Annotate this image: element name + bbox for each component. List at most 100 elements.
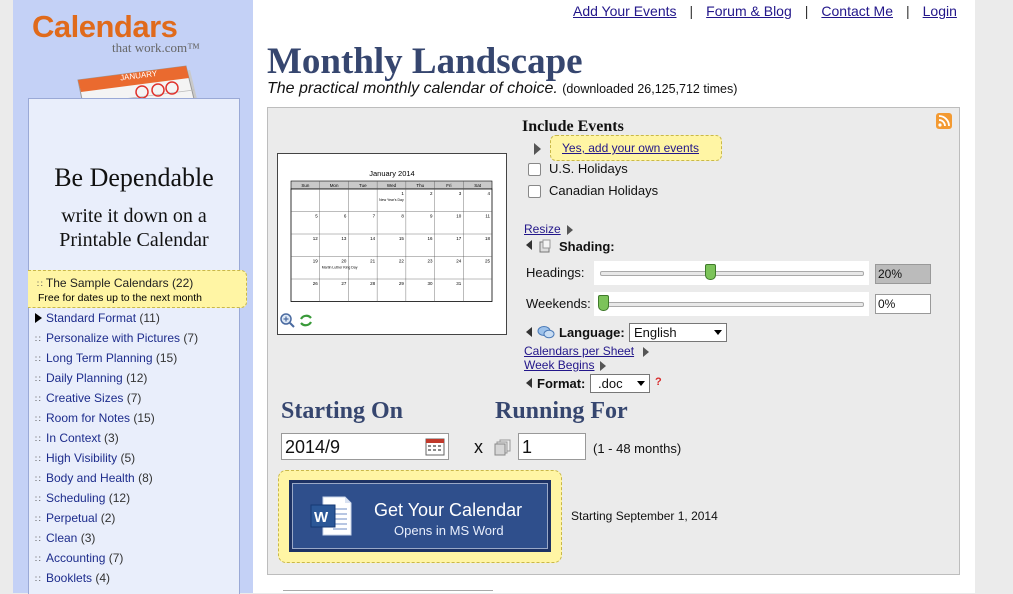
weekends-slider-thumb[interactable]	[598, 295, 609, 311]
login-link[interactable]: Login	[923, 3, 957, 19]
preview-day: 20	[341, 259, 347, 264]
preview-tools	[280, 313, 312, 328]
sidebar-item-label: Personalize with Pictures	[46, 331, 181, 345]
sidebar-item-sample-calendars[interactable]: ∷ The Sample Calendars (22) Free for dat…	[28, 270, 247, 308]
sidebar-item[interactable]: ∷ Creative Sizes (7)	[35, 390, 198, 410]
sidebar-item[interactable]: ∷ Long Term Planning (15)	[35, 350, 198, 370]
weekends-slider-track[interactable]	[600, 302, 864, 307]
shading-collapse-icon[interactable]	[526, 240, 532, 250]
resize-arrow-icon[interactable]	[567, 225, 573, 235]
sidebar-item-count: (3)	[104, 431, 119, 445]
refresh-icon[interactable]	[300, 314, 312, 327]
sidebar-item[interactable]: ∷ In Context (3)	[35, 430, 198, 450]
preview-month-title: January 2014	[369, 169, 414, 178]
canadian-holidays-checkbox[interactable]	[528, 185, 541, 198]
help-icon[interactable]: ?	[655, 376, 662, 388]
months-input[interactable]: 1	[518, 433, 586, 460]
header-links: Add Your Events | Forum & Blog | Contact Me |…	[573, 3, 957, 19]
sidebar-item[interactable]: ∷ Daily Planning (12)	[35, 370, 198, 390]
format-select[interactable]: .doc	[590, 374, 650, 393]
site-logo[interactable]: Calendars that work.com™	[32, 10, 222, 56]
right-margin	[975, 0, 1013, 593]
get-calendar-highlight: W Get Your Calendar Opens in MS Word	[278, 470, 562, 563]
sidebar-item[interactable]: ∷ Room for Notes (15)	[35, 410, 198, 430]
language-label: Language:	[559, 325, 625, 340]
preview-day: 12	[313, 236, 319, 241]
rss-icon[interactable]	[936, 113, 952, 129]
starting-note: Starting September 1, 2014	[571, 509, 718, 523]
sidebar-item-count: (3)	[80, 531, 96, 545]
preview-day: 29	[399, 281, 405, 286]
sidebar-item-count: (7)	[126, 391, 142, 405]
opens-in-word-label: Opens in MS Word	[394, 523, 504, 538]
get-calendar-button[interactable]: W Get Your Calendar Opens in MS Word	[289, 480, 551, 552]
dropdown-arrow-icon	[714, 330, 722, 335]
resize-link[interactable]: Resize	[524, 222, 561, 236]
sidebar-item-count: (15)	[133, 411, 155, 425]
start-date-input[interactable]: 2014/9	[281, 433, 449, 460]
add-own-events-link[interactable]: Yes, add your own events	[550, 135, 722, 161]
sidebar-item-label: Creative Sizes	[46, 391, 124, 405]
us-holidays-checkbox[interactable]	[528, 163, 541, 176]
week-begins-arrow-icon[interactable]	[600, 361, 606, 371]
start-date-value: 2014/9	[285, 437, 341, 457]
headings-value[interactable]: 20%	[875, 264, 931, 284]
calendars-per-sheet-link[interactable]: Calendars per Sheet	[524, 344, 634, 358]
language-collapse-icon[interactable]	[526, 327, 532, 337]
preview-day: 15	[399, 236, 405, 241]
sidebar-item-label: Standard Format	[46, 311, 137, 325]
stack-icon	[494, 439, 511, 456]
bullet-dots-icon: ∷	[35, 374, 41, 384]
sidebar-item-label: High Visibility	[46, 451, 118, 465]
sidebar-item[interactable]: ∷ Body and Health (8)	[35, 470, 198, 490]
preview-calendar: January 2014Sun Mon Tue Wed Thu Fri Sat1 2 3 45 6 7…	[290, 169, 493, 302]
months-value: 1	[522, 437, 533, 457]
sidebar-item-label: Scheduling	[46, 491, 106, 505]
sidebar-item[interactable]: ∷ Accounting (7)	[35, 550, 198, 570]
preview-weekday: Tue	[359, 183, 367, 188]
weekends-value[interactable]: 0%	[875, 294, 931, 314]
calendar-picker-icon[interactable]	[425, 437, 445, 456]
sample-note: Free for dates up to the next month	[38, 292, 203, 304]
bullet-dots-icon: ∷	[35, 474, 41, 484]
language-value: English	[634, 325, 677, 340]
format-collapse-icon[interactable]	[526, 378, 532, 388]
contact-link[interactable]: Contact Me	[821, 3, 893, 19]
preview-day: 27	[341, 281, 347, 286]
week-begins-link[interactable]: Week Begins	[524, 358, 594, 372]
per-sheet-arrow-icon[interactable]	[643, 347, 649, 357]
calendar-preview[interactable]: January 2014 Sun Mon Tue Wed Thu Fri Sat 1 2 3 4 5 6 7…	[277, 153, 507, 335]
expand-arrow-icon[interactable]	[534, 143, 541, 155]
sidebar-item[interactable]: ∷ Personalize with Pictures (7)	[35, 330, 198, 350]
sidebar-item[interactable]: ∷ Booklets (4)	[35, 570, 198, 590]
headings-slider-track[interactable]	[600, 271, 864, 276]
preview-day: 23	[428, 259, 434, 264]
format-value: .doc	[598, 376, 623, 391]
sidebar-item-label: Long Term Planning	[46, 351, 153, 365]
canadian-holidays-label: Canadian Holidays	[549, 183, 659, 198]
preview-event: New Year's Day	[379, 198, 404, 202]
download-count: (downloaded 26,125,712 times)	[562, 82, 738, 96]
sidebar-nav: Standard Format (11) ∷ Personalize with Pi…	[35, 310, 198, 590]
sidebar-item-count: (11)	[139, 311, 160, 325]
sidebar-item-count: (15)	[155, 351, 178, 365]
zoom-icon[interactable]	[280, 313, 295, 328]
language-icon	[537, 326, 555, 339]
starting-on-heading: Starting On	[281, 398, 404, 424]
preview-day: 19	[313, 259, 319, 264]
language-select[interactable]: English	[629, 323, 727, 342]
sidebar-item[interactable]: ∷ High Visibility (5)	[35, 450, 198, 470]
sidebar-item-count: (7)	[183, 331, 199, 345]
sidebar-item[interactable]: ∷ Scheduling (12)	[35, 490, 198, 510]
sidebar-item-count: (2)	[100, 511, 116, 525]
bullet-dots-icon: ∷	[35, 514, 41, 524]
times-symbol: x	[474, 437, 483, 457]
forum-blog-link[interactable]: Forum & Blog	[706, 3, 792, 19]
headings-slider-thumb[interactable]	[704, 264, 716, 280]
sidebar-item[interactable]: Standard Format (11)	[35, 310, 198, 330]
shading-icon	[539, 239, 551, 253]
add-events-link[interactable]: Add Your Events	[573, 3, 677, 19]
sidebar-item[interactable]: ∷ Clean (3)	[35, 530, 198, 550]
sidebar-item[interactable]: ∷ Perpetual (2)	[35, 510, 198, 530]
bullet-dots-icon: ∷	[37, 279, 43, 289]
